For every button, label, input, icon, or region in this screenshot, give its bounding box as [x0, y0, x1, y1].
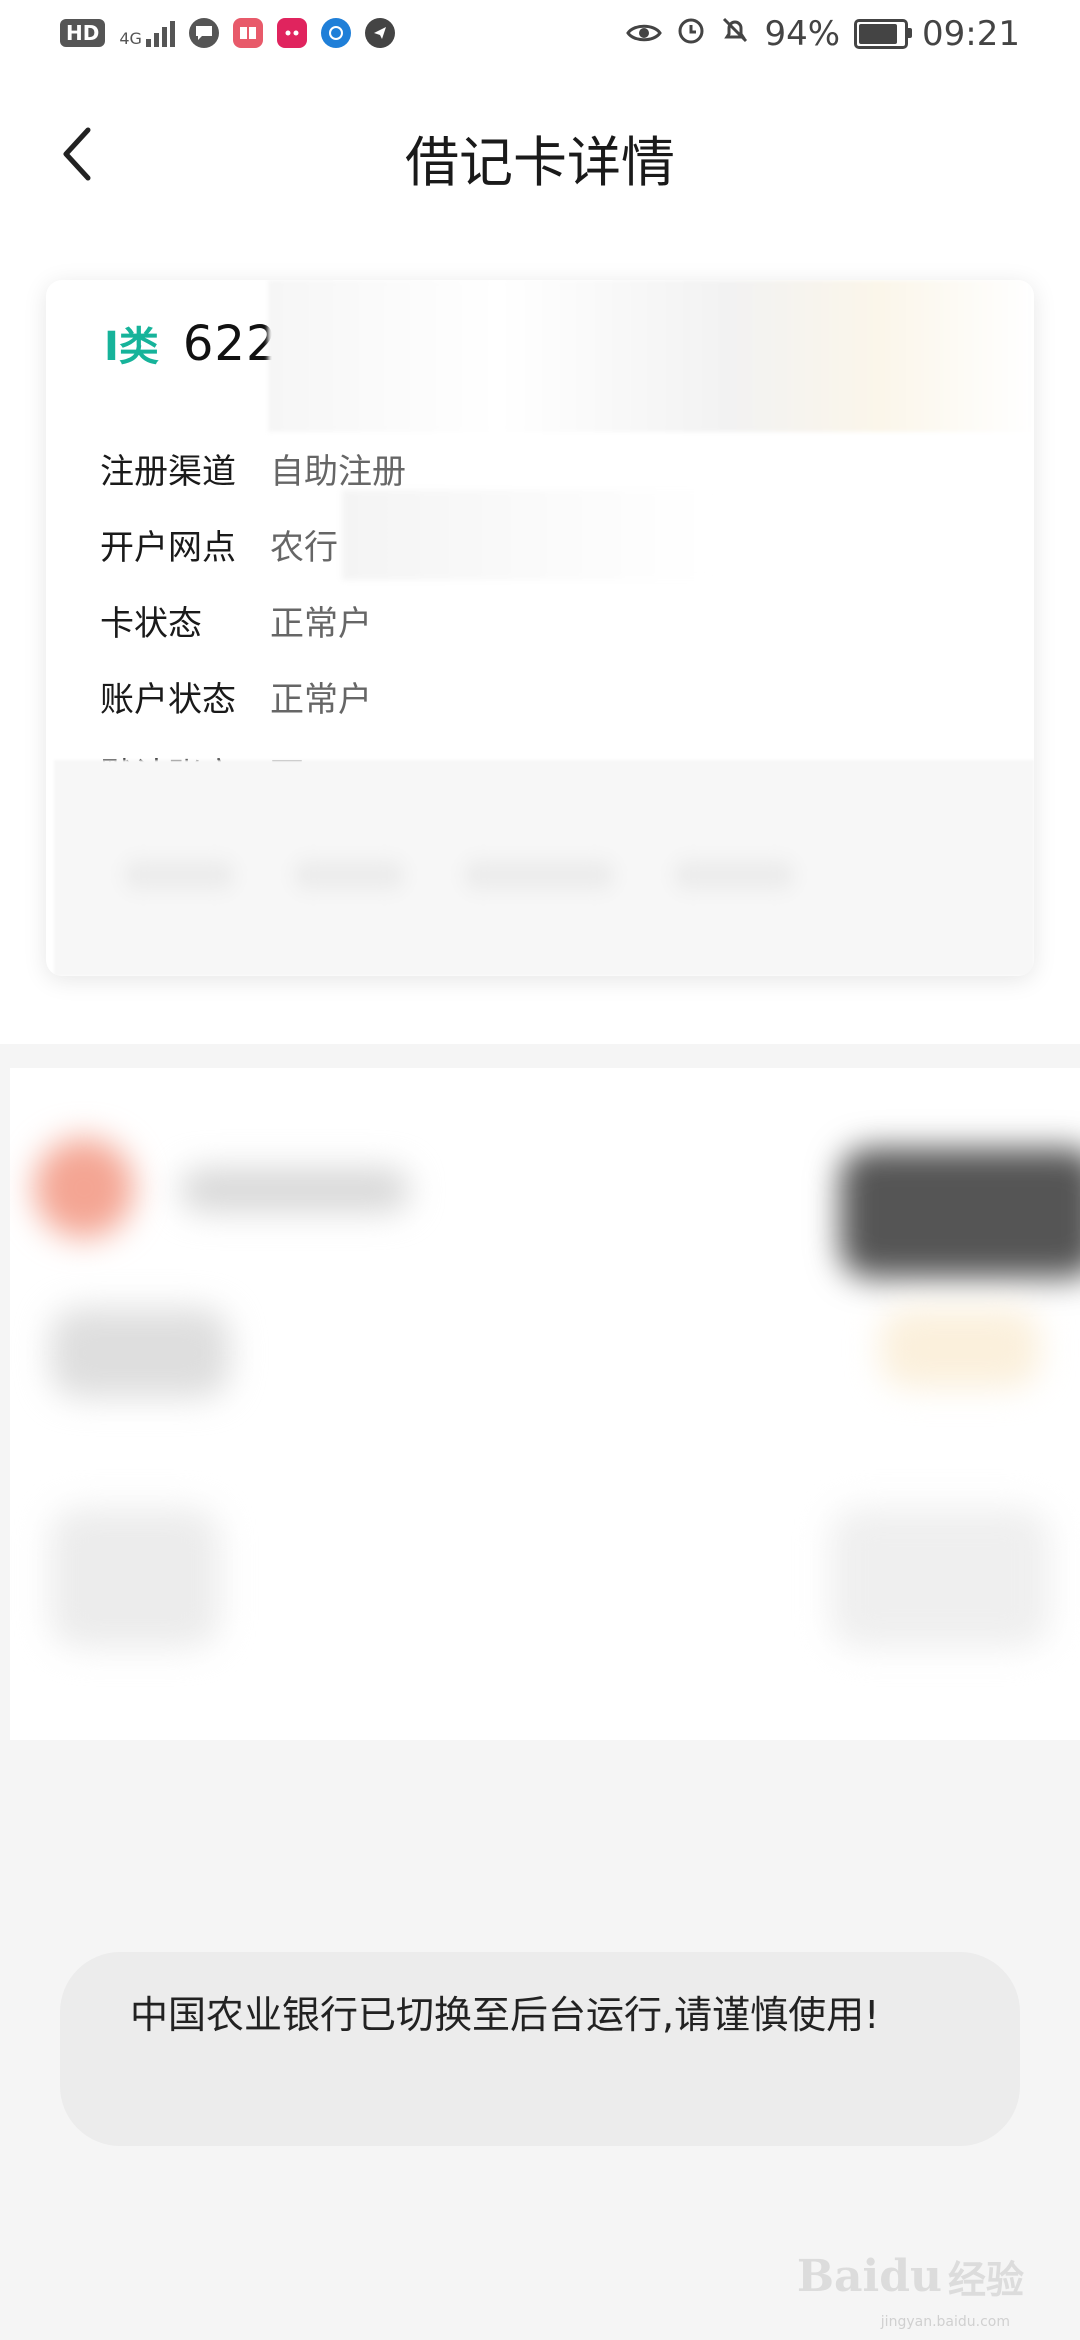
battery-fill: [859, 24, 897, 44]
card-type-label: I类: [104, 324, 159, 370]
message-icon: [188, 18, 219, 48]
page-title: 借记卡详情: [405, 131, 675, 194]
eye-icon: [626, 14, 663, 54]
baidu-logo: Baidu: [796, 2251, 942, 2302]
card-info-list: 注册渠道 自助注册 开户网点 农行 卡状态 正常户 账户状态 正常户 默认账户 …: [100, 430, 1000, 810]
reader-app-icon: [232, 18, 263, 48]
redacted-account-panel: [10, 1068, 1080, 1740]
app-header: 借记卡详情: [0, 78, 1080, 228]
info-row-card-status: 卡状态 正常户: [100, 582, 1000, 658]
redacted-card-number: [268, 280, 1034, 432]
info-label: 开户网点: [100, 527, 236, 568]
redacted-card-actions: [54, 760, 1034, 976]
info-value: 正常户: [270, 603, 372, 644]
status-time: 09:21: [922, 14, 1020, 54]
network-label: 4G: [119, 29, 142, 48]
send-app-icon: [364, 18, 395, 48]
info-value: 自助注册: [270, 451, 406, 492]
info-label: 账户状态: [100, 679, 236, 720]
tmall-app-icon: [276, 18, 307, 48]
status-bar: HD 4G 94% 09:21: [0, 0, 1080, 78]
watermark-sub: 经验: [947, 2258, 1024, 2302]
toast-message: 中国农业银行已切换至后台运行,请谨慎使用!: [130, 1993, 880, 2037]
status-left-icons: HD 4G: [60, 18, 395, 48]
bell-off-icon: [720, 14, 750, 54]
info-label: 注册渠道: [100, 451, 236, 492]
hd-icon: HD: [60, 19, 106, 47]
debit-card-panel: I类 622 注册渠道 自助注册 开户网点 农行 卡状态 正常户 账户状态 正常…: [46, 280, 1034, 976]
watermark-url: jingyan.baidu.com: [880, 2314, 1010, 2330]
info-row-account-status: 账户状态 正常户: [100, 658, 1000, 734]
battery-percent: 94%: [764, 14, 841, 54]
battery-icon: [854, 19, 913, 49]
card-number-row: I类 622: [104, 314, 278, 372]
info-value: 正常户: [270, 679, 372, 720]
info-value: 农行: [270, 527, 338, 568]
background-warning-toast: 中国农业银行已切换至后台运行,请谨慎使用!: [60, 1952, 1020, 2146]
browser-app-icon: [320, 18, 351, 48]
info-label: 卡状态: [100, 603, 202, 644]
alarm-icon: [676, 14, 706, 54]
signal-4g-icon: 4G: [119, 19, 175, 47]
status-right-icons: 94% 09:21: [626, 14, 1020, 54]
card-number: 622: [182, 316, 278, 372]
baidu-watermark: Baidu 经验: [797, 2249, 1024, 2304]
redacted-branch-name: [342, 490, 712, 580]
